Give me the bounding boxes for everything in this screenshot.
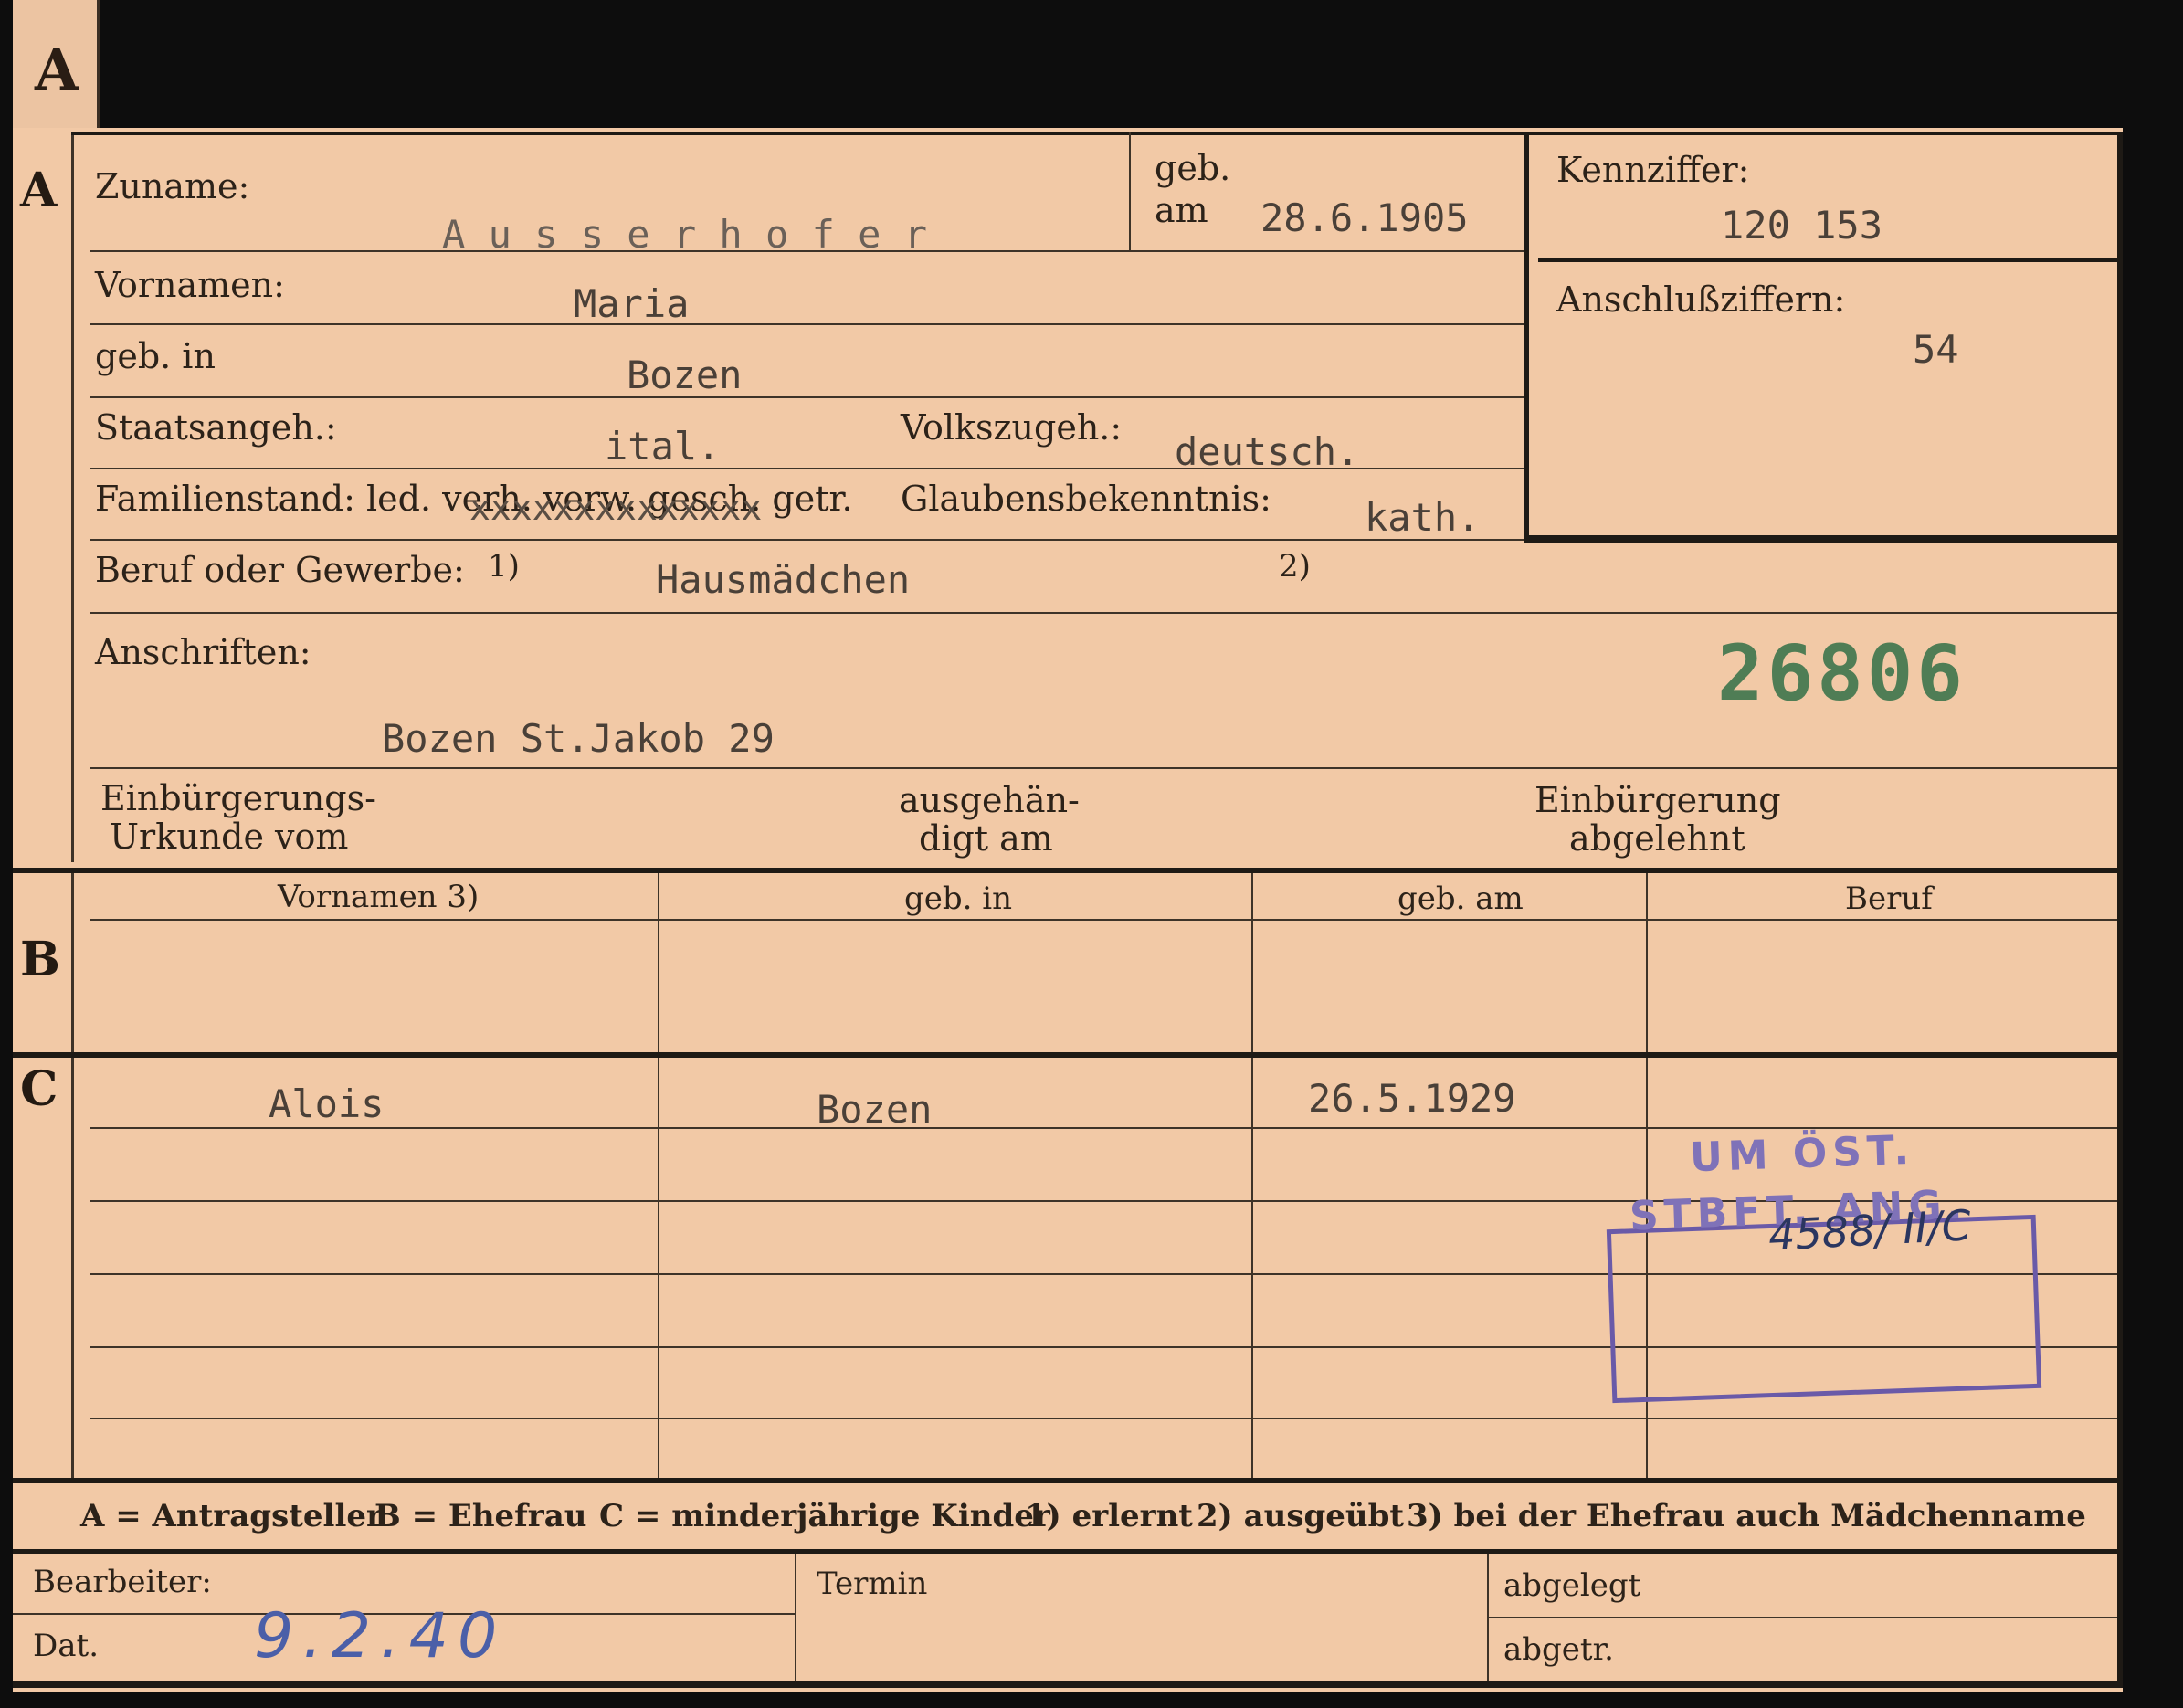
beruf-label: Beruf oder Gewerbe:	[95, 550, 465, 590]
abgelegt-label: abgelegt	[1503, 1567, 1641, 1604]
beruf-value: Hausmädchen	[656, 557, 911, 602]
section-letter-c: C	[20, 1061, 58, 1117]
legend-c: C = minderjährige Kinder	[599, 1498, 1050, 1534]
glaubens-label: Glaubensbekenntnis:	[901, 479, 1271, 519]
c-row-line-5	[90, 1418, 2117, 1419]
ausg-label-2: digt am	[919, 818, 1053, 859]
bearbeiter-label: Bearbeiter:	[33, 1564, 212, 1600]
abgel-label-1: Einbürgerung	[1534, 780, 1781, 820]
b-col-divider-2	[1251, 873, 1253, 1052]
glaubens-value: kath.	[1365, 495, 1481, 540]
legend-a: A = Antragsteller	[80, 1498, 383, 1534]
dat-label: Dat.	[33, 1628, 100, 1664]
bottom-divider-1	[795, 1554, 796, 1682]
geb-label: geb.	[1155, 148, 1231, 188]
card-index-tab: A	[13, 0, 100, 128]
line-gebin	[90, 396, 1524, 398]
am-label: am	[1155, 190, 1208, 230]
section-letter-a: A	[20, 163, 58, 218]
b-header-gebam: geb. am	[1397, 880, 1524, 917]
termin-label: Termin	[817, 1566, 928, 1602]
left-margin-line	[71, 132, 74, 862]
zuname-value: A u s s e r h o f e r	[442, 212, 928, 257]
zuname-label: Zuname:	[95, 166, 250, 206]
legend-n2: 2) ausgeübt	[1197, 1498, 1405, 1534]
bottom-section-top	[13, 1549, 2117, 1554]
abgel-label-2: abgelehnt	[1569, 818, 1745, 859]
b-col-divider-3	[1646, 873, 1648, 1052]
c-row-gebin: Bozen	[817, 1087, 933, 1132]
kennziffer-label: Kennziffer:	[1556, 150, 1750, 190]
c-row-vorname: Alois	[269, 1081, 385, 1126]
kennziffer-value: 120 153	[1721, 203, 1883, 248]
right-border	[2117, 132, 2123, 1684]
vornamen-label: Vornamen:	[95, 265, 285, 305]
b-header-vornamen: Vornamen 3)	[278, 879, 480, 915]
kennziffer-box-bottom	[1524, 535, 2117, 543]
b-header-gebin: geb. in	[904, 880, 1013, 917]
volks-label: Volkszugeh.:	[901, 407, 1123, 448]
legend-top	[13, 1478, 2117, 1483]
line-familien	[90, 539, 1524, 541]
kennziffer-underline	[1538, 258, 2117, 262]
c-left-margin	[71, 1058, 74, 1478]
stamp-line-1: UM ÖST.	[1689, 1126, 1915, 1182]
einb-label-1: Einbürgerungs-	[100, 778, 376, 818]
dat-value: 9.2.40	[254, 1600, 507, 1672]
gebin-label: geb. in	[95, 336, 216, 376]
geb-am-value: 28.6.1905	[1260, 195, 1469, 240]
line-vornamen	[90, 323, 1524, 325]
record-card: Zuname: A u s s e r h o f e r geb. am 28…	[13, 128, 2123, 1692]
section-c-top	[13, 1052, 2117, 1058]
legend-n1: 1) erlernt	[1025, 1498, 1194, 1534]
green-number-stamp: 26806	[1717, 628, 1967, 718]
geb-divider	[1129, 132, 1131, 252]
section-b-header-line	[90, 919, 2117, 921]
card-bottom-border	[13, 1681, 2123, 1688]
tab-letter: A	[35, 37, 79, 103]
b-left-margin	[71, 873, 74, 1052]
beruf-note1: 1)	[488, 548, 520, 585]
beruf-note2: 2)	[1279, 548, 1311, 585]
kennziffer-divider	[1524, 132, 1529, 541]
staat-value: ital.	[605, 424, 721, 469]
c-col-divider-1	[658, 1058, 659, 1478]
c-col-divider-2	[1251, 1058, 1253, 1478]
anschriften-value: Bozen St.Jakob 29	[382, 716, 775, 761]
familien-strike: xxxxxxxxxxxxxx	[469, 488, 763, 528]
anschriften-label: Anschriften:	[95, 632, 311, 672]
b-col-divider-1	[658, 873, 659, 1052]
line-anschriften	[90, 767, 2117, 769]
vornamen-value: Maria	[574, 281, 690, 326]
anschluss-value: 54	[1913, 327, 1959, 372]
line-beruf	[90, 612, 2117, 614]
abgelegt-line	[1487, 1617, 2117, 1618]
section-letter-b: B	[20, 932, 60, 987]
ausg-label-1: ausgehän-	[899, 780, 1080, 820]
top-border	[71, 132, 2117, 135]
legend-n3: 3) bei der Ehefrau auch Mädchenname	[1407, 1498, 2086, 1534]
c-row-gebam: 26.5.1929	[1308, 1076, 1516, 1121]
einb-label-2: Urkunde vom	[110, 817, 349, 857]
abgetr-label: abgetr.	[1503, 1631, 1614, 1668]
section-b-top	[13, 868, 2117, 873]
c-row-line-1	[90, 1127, 2117, 1129]
staat-label: Staatsangeh.:	[95, 407, 337, 448]
b-header-beruf: Beruf	[1845, 880, 1933, 917]
legend-b: B = Ehefrau	[374, 1498, 587, 1534]
volks-value: deutsch.	[1175, 429, 1360, 474]
anschluss-label: Anschlußziffern:	[1556, 279, 1846, 320]
gebin-value: Bozen	[627, 353, 743, 397]
